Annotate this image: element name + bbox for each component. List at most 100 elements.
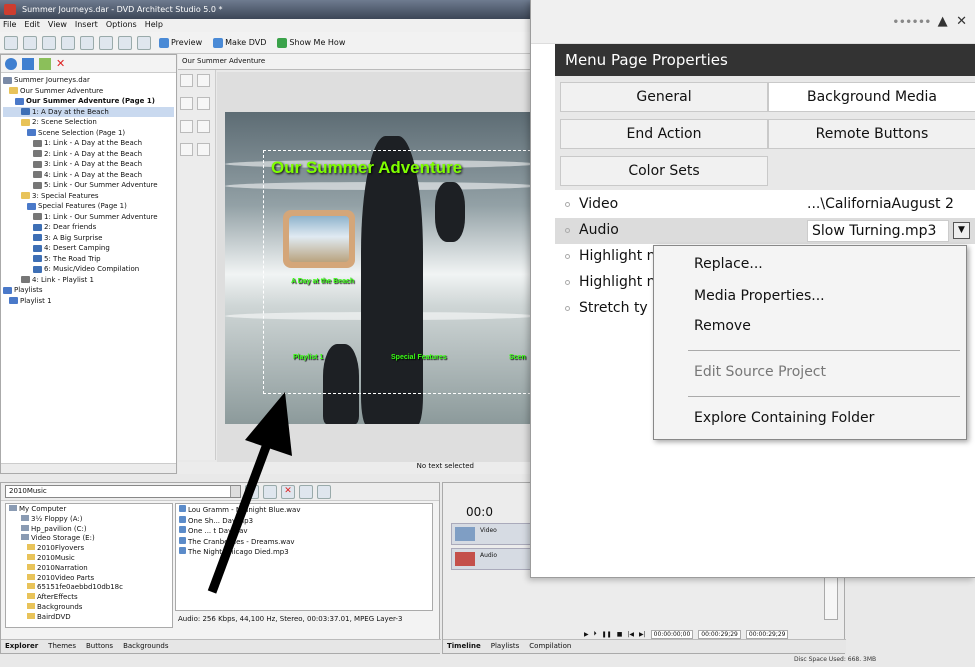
- tab-explorer[interactable]: Explorer: [5, 642, 38, 651]
- menu-item-remove[interactable]: Remove: [694, 318, 751, 334]
- size-icon[interactable]: [197, 143, 210, 156]
- tab-timeline[interactable]: Timeline: [447, 642, 481, 651]
- file-item[interactable]: The Cranberries - Dreams.wav: [179, 536, 429, 548]
- tree-item[interactable]: Our Summer Adventure (Page 1): [3, 96, 174, 107]
- tree-item[interactable]: 3: Special Features: [3, 191, 174, 202]
- path-dropdown[interactable]: 2010Music: [5, 485, 241, 498]
- play-icon[interactable]: ▶: [584, 631, 589, 638]
- tab-compilation[interactable]: Compilation: [529, 642, 571, 651]
- grid-tool-icon[interactable]: [197, 74, 210, 87]
- chevron-down-icon[interactable]: [230, 486, 240, 497]
- align-center-icon[interactable]: [180, 120, 193, 133]
- collapse-icon[interactable]: ▲: [938, 14, 950, 29]
- up-folder-icon[interactable]: [263, 484, 277, 499]
- special-features-link[interactable]: Special Features: [391, 354, 447, 361]
- file-item[interactable]: Lou Gramm - Midnight Blue.wav: [179, 505, 429, 516]
- folder-item[interactable]: Hp_pavilion (C:): [9, 524, 169, 535]
- menu-item-media-properties[interactable]: Media Properties...: [694, 288, 825, 304]
- previous-icon[interactable]: |◀: [627, 631, 634, 638]
- tree-item[interactable]: 5: Link - Our Summer Adventure: [3, 180, 174, 191]
- folder-item[interactable]: 3½ Floppy (A:): [9, 514, 169, 525]
- play-from-start-icon[interactable]: ⏵: [594, 630, 597, 638]
- folder-item[interactable]: Video Storage (E:): [9, 534, 169, 544]
- tab-themes[interactable]: Themes: [48, 642, 76, 651]
- make-dvd-button[interactable]: Make DVD: [210, 36, 269, 50]
- playlist-link[interactable]: Playlist 1: [293, 354, 323, 361]
- tree-item[interactable]: Special Features (Page 1): [3, 201, 174, 212]
- grip-icon[interactable]: ••••••: [893, 17, 931, 28]
- tree-item[interactable]: 2: Link - A Day at the Beach: [3, 149, 174, 160]
- save-icon[interactable]: [42, 35, 56, 50]
- time-end[interactable]: 00:00:29;29: [698, 629, 741, 639]
- tree-item[interactable]: 1: A Day at the Beach: [3, 106, 174, 117]
- tree-item[interactable]: 1: Link - A Day at the Beach: [3, 138, 174, 149]
- audio-value-field[interactable]: Slow Turning.mp3: [807, 220, 949, 242]
- close-icon[interactable]: ✕: [956, 14, 969, 29]
- file-item[interactable]: One ... t Day.wav: [179, 526, 429, 537]
- property-row-audio[interactable]: Audio Slow Turning.mp3 ▼: [555, 218, 975, 244]
- undo-icon[interactable]: [118, 35, 132, 50]
- time-start[interactable]: 00:00:00;00: [650, 629, 694, 639]
- tab-remote-buttons[interactable]: Remote Buttons: [768, 119, 975, 149]
- menu-help[interactable]: Help: [145, 20, 163, 31]
- timeline-zoom-scrollbar[interactable]: [824, 572, 838, 620]
- tree-item[interactable]: Playlists: [3, 285, 174, 296]
- tree-item[interactable]: Our Summer Adventure: [3, 86, 174, 97]
- time-length[interactable]: 00:00:29;29: [745, 629, 789, 639]
- tree-item[interactable]: 3: A Big Surprise: [3, 233, 174, 244]
- folder-item[interactable]: BairdDVD: [9, 612, 169, 623]
- new-icon[interactable]: [4, 35, 18, 50]
- tree-item[interactable]: 3: Link - A Day at the Beach: [3, 159, 174, 170]
- play-icon[interactable]: [299, 484, 313, 499]
- chevron-down-icon[interactable]: ▼: [953, 222, 970, 239]
- tree-item[interactable]: Scene Selection (Page 1): [3, 128, 174, 139]
- menu-title[interactable]: Our Summer Adventure: [271, 158, 462, 178]
- menu-item-explore-containing-folder[interactable]: Explore Containing Folder: [694, 410, 874, 426]
- menu-edit[interactable]: Edit: [24, 20, 40, 31]
- menu-insert[interactable]: Insert: [75, 20, 98, 31]
- file-item[interactable]: One Sh... Day.mp3: [179, 515, 429, 527]
- copy-icon[interactable]: [99, 35, 113, 50]
- folder-item[interactable]: 2010Narration: [9, 563, 169, 574]
- preview-button[interactable]: Preview: [156, 36, 205, 50]
- audio-track[interactable]: Audio: [451, 548, 531, 570]
- menu-item-replace[interactable]: Replace...: [694, 256, 763, 272]
- folder-item[interactable]: 65151fe0aebbd10db18c: [9, 583, 169, 593]
- tab-backgrounds[interactable]: Backgrounds: [123, 642, 168, 651]
- tree-item[interactable]: Summer Journeys.dar: [3, 75, 174, 86]
- tree-item[interactable]: 1: Link - Our Summer Adventure: [3, 212, 174, 223]
- project-tree-scrollbar[interactable]: [1, 463, 176, 473]
- redo-icon[interactable]: [137, 35, 151, 50]
- file-item[interactable]: The Night Chicago Died.mp3: [179, 547, 429, 558]
- pan-tool-icon[interactable]: [180, 97, 193, 110]
- folder-item[interactable]: 2010Flyovers: [9, 544, 169, 554]
- properties-icon[interactable]: [61, 35, 75, 50]
- distribute-icon[interactable]: [180, 143, 193, 156]
- add-icon[interactable]: [39, 57, 51, 70]
- tab-end-action[interactable]: End Action: [560, 119, 768, 149]
- open-icon[interactable]: [23, 35, 37, 50]
- folder-item[interactable]: 2010Music: [9, 553, 169, 564]
- tree-item[interactable]: 4: Link - A Day at the Beach: [3, 170, 174, 181]
- tree-item[interactable]: 2: Scene Selection: [3, 117, 174, 128]
- menu-view[interactable]: View: [48, 20, 67, 31]
- project-icon[interactable]: [5, 57, 17, 70]
- cut-icon[interactable]: [80, 35, 94, 50]
- menu-options[interactable]: Options: [106, 20, 137, 31]
- tree-item[interactable]: 4: Desert Camping: [3, 243, 174, 254]
- property-row-video[interactable]: Video ...\CaliforniaAugust 2: [555, 192, 975, 218]
- stop-icon[interactable]: [317, 484, 331, 499]
- tab-color-sets[interactable]: Color Sets: [560, 156, 768, 186]
- align-right-icon[interactable]: [197, 120, 210, 133]
- delete-file-icon[interactable]: ✕: [281, 484, 295, 499]
- folder-item[interactable]: My Computer: [9, 505, 169, 515]
- refresh-icon[interactable]: [245, 484, 259, 499]
- select-tool-icon[interactable]: [180, 74, 193, 87]
- tree-item[interactable]: 5: The Road Trip: [3, 254, 174, 265]
- scene-link[interactable]: Scen: [509, 354, 526, 361]
- tab-background-media[interactable]: Background Media: [768, 82, 975, 112]
- pause-icon[interactable]: ❚❚: [602, 631, 612, 638]
- menu-icon[interactable]: [22, 57, 34, 70]
- next-icon[interactable]: ▶|: [639, 631, 646, 638]
- tree-item[interactable]: 2: Dear friends: [3, 222, 174, 233]
